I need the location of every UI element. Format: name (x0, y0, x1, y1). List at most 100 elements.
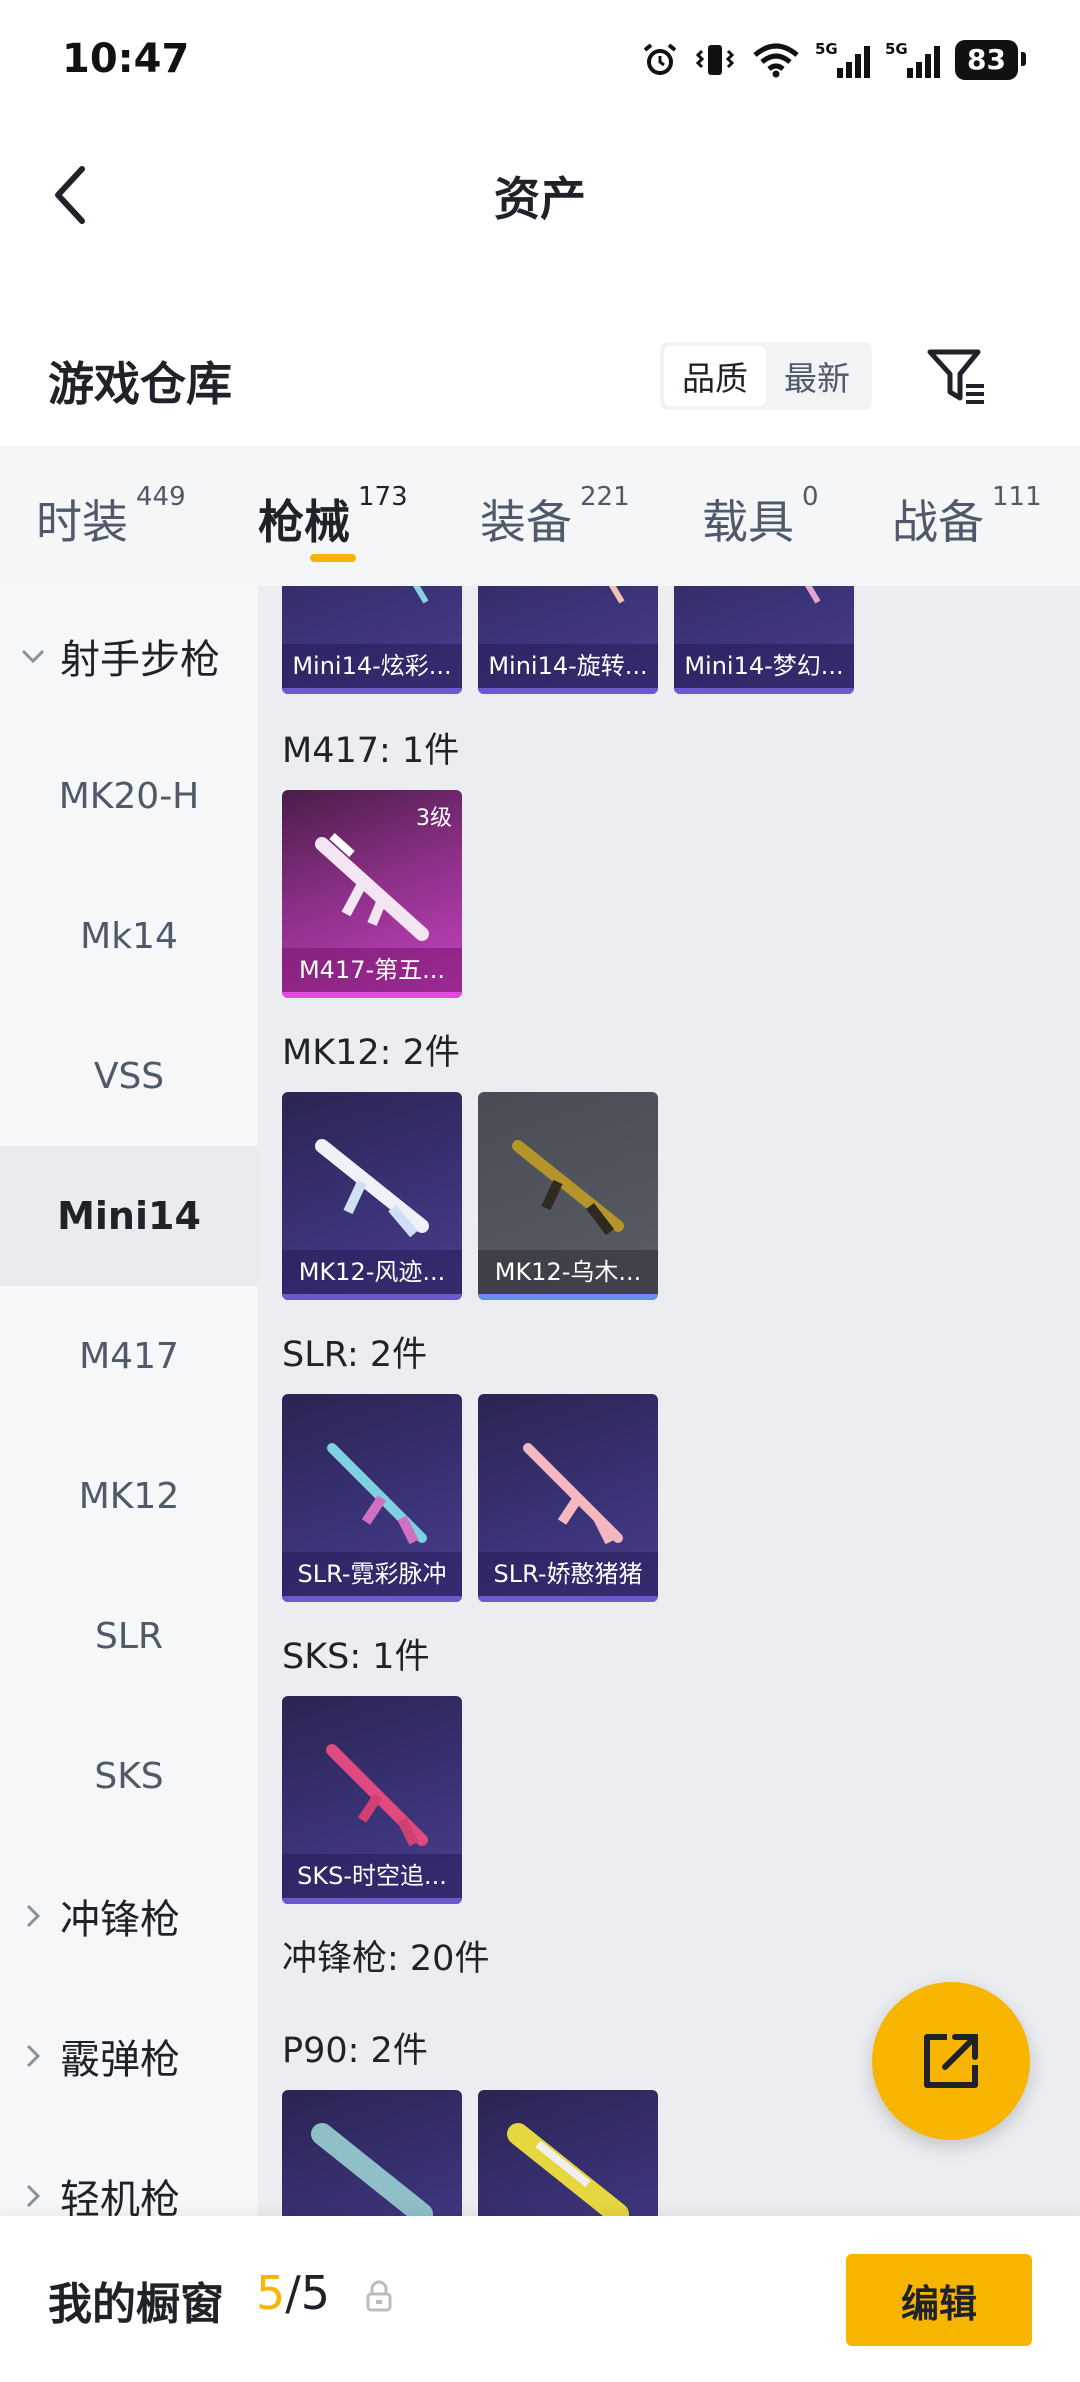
sidebar-group-smg[interactable]: 冲锋枪 (0, 1846, 258, 1986)
sidebar-item-label: 霰弹枪 (60, 2037, 180, 2083)
skin-card[interactable]: SKS-时空追... (282, 1696, 462, 1904)
sidebar-item-vss[interactable]: VSS (0, 1006, 258, 1146)
tab-count: 173 (358, 482, 408, 512)
active-tab-indicator (310, 554, 356, 562)
filter-button[interactable] (924, 344, 988, 408)
rifle-icon (327, 1443, 427, 1545)
rifle-icon (608, 586, 625, 604)
skin-card[interactable]: SLR-娇憨猪猪 (478, 1394, 658, 1602)
sidebar-group-shotgun[interactable]: 霰弹枪 (0, 1986, 258, 2126)
warehouse-title: 游戏仓库 (48, 357, 232, 411)
rarity-bar (282, 1294, 462, 1300)
skin-name: MK12-风迹... (282, 1250, 462, 1294)
skin-name: MK12-乌木... (478, 1250, 658, 1294)
chevron-right-icon (18, 1901, 48, 1931)
showcase-label: 我的橱窗 (48, 2279, 224, 2330)
page-title: 资产 (494, 172, 586, 226)
rifle-icon (523, 1443, 623, 1545)
sidebar-item-mini14[interactable]: Mini14 (0, 1146, 258, 1286)
rarity-bar (478, 688, 658, 694)
skin-card[interactable]: Mini14-梦幻... (674, 586, 854, 694)
sidebar-item-m417[interactable]: M417 (0, 1286, 258, 1426)
svg-text:5G: 5G (815, 40, 838, 58)
svg-text:5G: 5G (885, 40, 908, 58)
skin-name: Mini14-旋转... (478, 644, 658, 688)
tab-label: 载具 (702, 495, 794, 549)
sidebar-group-marksman[interactable]: 射手步枪 (0, 586, 258, 726)
tab-label: 装备 (480, 495, 572, 549)
sidebar-item-mk14[interactable]: Mk14 (0, 866, 258, 1006)
sidebar-group-lmg[interactable]: 轻机枪 (0, 2126, 258, 2216)
sidebar-item-slr[interactable]: SLR (0, 1566, 258, 1706)
sort-quality-button[interactable]: 品质 (664, 346, 766, 406)
weapon-skin-grid: Mini14-炫彩... Mini14-旋转... Mini14-梦幻... M… (258, 586, 1080, 2216)
rifle-icon (412, 586, 429, 604)
skin-card[interactable]: MK12-风迹... (282, 1092, 462, 1300)
chevron-right-icon (18, 2181, 48, 2211)
rifle-icon (326, 1744, 428, 1847)
lock-icon (366, 2280, 392, 2312)
tab-label: 枪械 (258, 495, 350, 549)
sidebar-item-mk12[interactable]: MK12 (0, 1426, 258, 1566)
section-label-mk12: MK12: 2件 (282, 1033, 460, 1073)
skin-card[interactable]: 3级 M417-第五... (282, 790, 462, 998)
skin-card[interactable]: SLR-霓彩脉冲 (282, 1394, 462, 1602)
sidebar-item-label: 轻机枪 (60, 2177, 180, 2216)
signal-5g-icon-2: 5G (885, 40, 941, 78)
chevron-down-icon (18, 641, 48, 671)
skin-name: SLR-霓彩脉冲 (282, 1552, 462, 1596)
sidebar-item-label: 冲锋枪 (60, 1897, 180, 1943)
edit-button[interactable]: 编辑 (846, 2254, 1032, 2346)
skin-name: M417-第五... (282, 948, 462, 992)
tab-label: 战备 (892, 495, 984, 549)
skin-name: SKS-时空追... (282, 1854, 462, 1898)
skin-card[interactable]: Mini14-旋转... (478, 586, 658, 694)
tab-tactical[interactable]: 战备 111 (892, 482, 1042, 552)
tab-guns[interactable]: 枪械 173 (258, 482, 408, 552)
tab-fashion[interactable]: 时装 449 (36, 482, 186, 552)
skin-card[interactable]: Mini14-炫彩... (282, 586, 462, 694)
rifle-icon (804, 586, 821, 604)
sort-latest-button[interactable]: 最新 (766, 346, 868, 406)
skin-name: SLR-娇憨猪猪 (478, 1552, 658, 1596)
skin-card[interactable] (282, 2090, 462, 2216)
rarity-bar (282, 1596, 462, 1602)
sidebar-item-mk20h[interactable]: MK20-H (0, 726, 258, 866)
app-header: 资产 (0, 125, 1080, 260)
tab-equipment[interactable]: 装备 221 (480, 482, 630, 552)
wifi-icon (753, 43, 799, 78)
showcase-bar: 我的橱窗 5/5 编辑 (0, 2216, 1080, 2382)
category-tabs: 时装 449 枪械 173 装备 221 载具 0 战备 111 (0, 446, 1080, 586)
tab-count: 111 (992, 482, 1042, 512)
vibrate-icon (695, 45, 735, 75)
skin-card[interactable]: MK12-乌木... (478, 1092, 658, 1300)
section-label-p90: P90: 2件 (282, 2031, 428, 2071)
chevron-right-icon (18, 2041, 48, 2071)
sidebar-item-sks[interactable]: SKS (0, 1706, 258, 1846)
group-label-smg: 冲锋枪: 20件 (282, 1939, 490, 1979)
filter-icon (927, 349, 984, 404)
section-label-slr: SLR: 2件 (282, 1335, 428, 1375)
tab-vehicles[interactable]: 载具 0 (702, 482, 819, 552)
share-icon (924, 2034, 978, 2088)
section-label-sks: SKS: 1件 (282, 1637, 430, 1677)
showcase-count: 5/5 (256, 2266, 330, 2320)
showcase-count-separator: / (285, 2266, 301, 2320)
weapon-category-sidebar: 射手步枪 MK20-H Mk14 VSS Mini14 M417 MK12 SL… (0, 586, 258, 2216)
share-button[interactable] (872, 1982, 1030, 2140)
rarity-bar (478, 1596, 658, 1602)
status-icons: 5G 5G 83 (641, 38, 1026, 82)
rarity-bar (282, 1898, 462, 1904)
status-bar: 10:47 5G 5G 83 (0, 0, 1080, 125)
smg-icon (507, 2123, 629, 2216)
tab-count: 221 (580, 482, 630, 512)
signal-5g-icon: 5G (815, 40, 871, 78)
battery-icon: 83 (955, 40, 1026, 80)
sidebar-item-label: 射手步枪 (60, 637, 220, 683)
rarity-bar (478, 1294, 658, 1300)
rifle-icon (315, 1139, 429, 1238)
alarm-icon (643, 43, 677, 75)
section-label-m417: M417: 1件 (282, 731, 460, 771)
skin-name: Mini14-炫彩... (282, 644, 462, 688)
skin-card[interactable] (478, 2090, 658, 2216)
